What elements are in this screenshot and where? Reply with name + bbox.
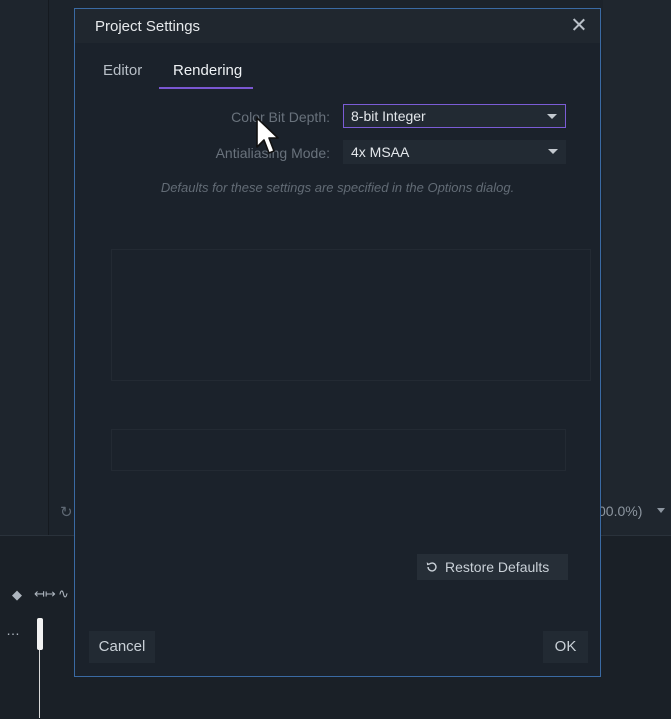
chevron-down-icon — [547, 114, 557, 119]
fit-width-icon[interactable]: ↤↦ — [34, 586, 56, 602]
close-icon[interactable] — [568, 14, 590, 36]
cancel-button[interactable]: Cancel — [89, 631, 155, 663]
background-right-panel — [603, 0, 671, 535]
restore-defaults-label: Restore Defaults — [445, 559, 550, 575]
curve-icon[interactable]: ∿ — [58, 586, 69, 602]
color-bit-depth-value: 8-bit Integer — [351, 108, 426, 124]
color-bit-depth-label: Color Bit Depth: — [231, 109, 330, 125]
empty-settings-strip — [111, 429, 566, 471]
ok-button[interactable]: OK — [543, 631, 588, 663]
mouse-pointer-icon — [256, 117, 279, 154]
background-zoom-readout: 00.0%) — [598, 503, 643, 519]
antialiasing-mode-select[interactable]: 4x MSAA — [343, 140, 566, 164]
project-settings-dialog: Project Settings Editor Rendering Color … — [74, 8, 601, 677]
playhead-line — [39, 650, 40, 718]
dialog-title: Project Settings — [95, 18, 201, 35]
antialiasing-mode-value: 4x MSAA — [351, 144, 410, 160]
defaults-note: Defaults for these settings are specifie… — [160, 180, 515, 195]
dialog-titlebar: Project Settings — [75, 9, 600, 43]
dialog-footer: Cancel OK — [75, 609, 600, 677]
tab-bar: Editor Rendering — [75, 43, 600, 89]
diamond-icon[interactable]: ◆ — [12, 587, 22, 603]
more-icon[interactable]: … — [6, 622, 21, 638]
background-refresh-icon: ↻ — [60, 504, 73, 521]
playhead-handle[interactable] — [37, 618, 43, 650]
background-zoom-chevron-icon[interactable] — [657, 508, 665, 513]
refresh-icon — [426, 562, 437, 572]
tab-rendering[interactable]: Rendering — [173, 62, 242, 79]
tab-editor[interactable]: Editor — [103, 62, 142, 79]
color-bit-depth-select[interactable]: 8-bit Integer — [343, 104, 566, 128]
active-tab-indicator — [159, 87, 253, 89]
empty-settings-area — [111, 249, 591, 381]
restore-defaults-button[interactable]: Restore Defaults — [417, 554, 568, 580]
antialiasing-mode-label: Antialiasing Mode: — [215, 145, 330, 161]
background-left-panel — [0, 0, 49, 535]
chevron-down-icon — [548, 149, 558, 154]
